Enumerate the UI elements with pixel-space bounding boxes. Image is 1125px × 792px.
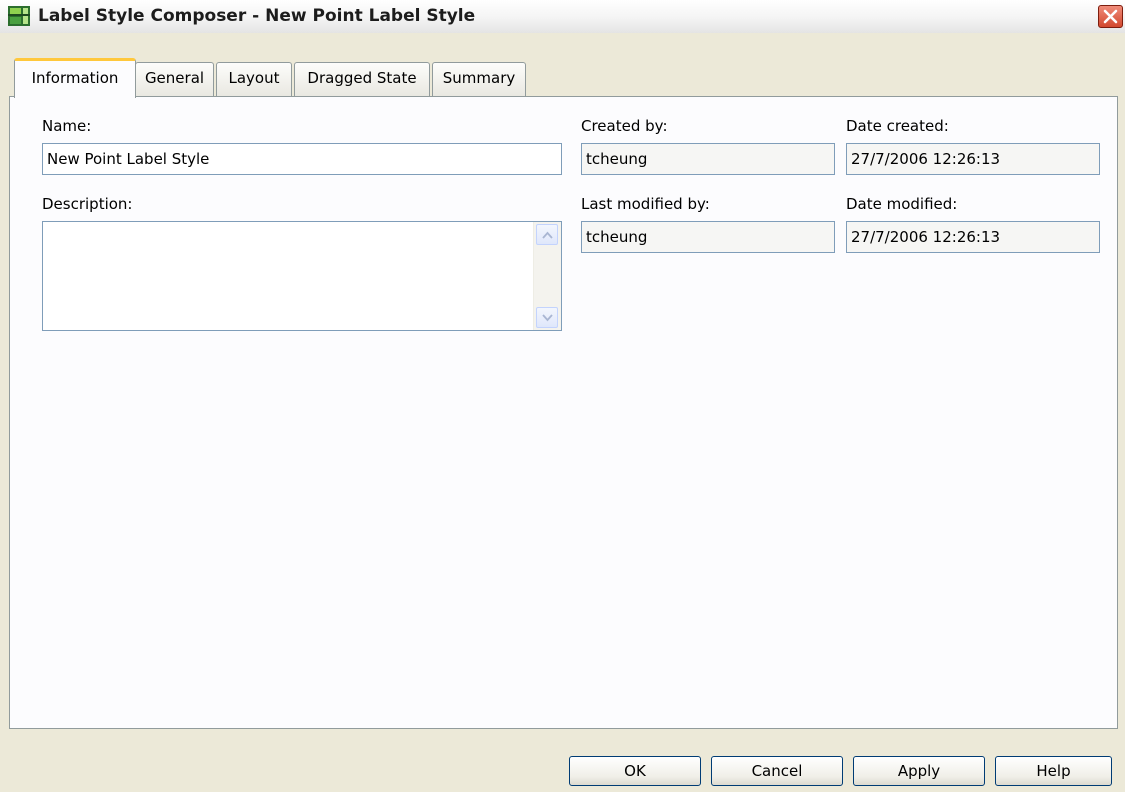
date-created-field: 27/7/2006 12:26:13 xyxy=(846,143,1100,175)
cancel-button[interactable]: Cancel xyxy=(711,756,843,786)
tab-dragged-state[interactable]: Dragged State xyxy=(294,62,430,96)
label-style-composer-dialog: Label Style Composer - New Point Label S… xyxy=(0,0,1125,792)
label-style-app-icon xyxy=(8,6,30,26)
chevron-down-icon xyxy=(542,314,553,322)
tab-label: Information xyxy=(31,69,119,87)
button-label: Cancel xyxy=(751,762,803,780)
button-label: Apply xyxy=(897,762,941,780)
ok-button[interactable]: OK xyxy=(569,756,701,786)
name-label: Name: xyxy=(42,117,92,135)
description-scrollbar[interactable] xyxy=(533,222,561,330)
tab-information[interactable]: Information xyxy=(14,58,136,98)
close-button[interactable] xyxy=(1098,5,1123,28)
last-modified-by-label: Last modified by: xyxy=(581,195,710,213)
tab-general[interactable]: General xyxy=(135,62,214,96)
created-by-field: tcheung xyxy=(581,143,835,175)
date-modified-field: 27/7/2006 12:26:13 xyxy=(846,221,1100,253)
date-created-label: Date created: xyxy=(846,117,949,135)
created-by-label: Created by: xyxy=(581,117,668,135)
apply-button[interactable]: Apply xyxy=(853,756,985,786)
title-bar[interactable]: Label Style Composer - New Point Label S… xyxy=(0,0,1125,33)
name-input[interactable]: New Point Label Style xyxy=(42,143,562,175)
information-tab-page: Name: New Point Label Style Description:… xyxy=(9,96,1118,729)
tab-label: General xyxy=(144,69,205,87)
date-modified-label: Date modified: xyxy=(846,195,958,213)
scroll-down-button[interactable] xyxy=(536,307,558,328)
window-title: Label Style Composer - New Point Label S… xyxy=(38,6,476,26)
tab-label: Layout xyxy=(228,69,280,87)
button-label: Help xyxy=(1036,762,1071,780)
tab-layout[interactable]: Layout xyxy=(216,62,292,96)
description-label: Description: xyxy=(42,195,133,213)
description-textarea[interactable] xyxy=(42,221,562,331)
tab-label: Dragged State xyxy=(307,69,417,87)
tab-summary[interactable]: Summary xyxy=(432,62,526,96)
close-x-icon xyxy=(1103,9,1118,24)
chevron-up-icon xyxy=(542,231,553,239)
help-button[interactable]: Help xyxy=(995,756,1112,786)
last-modified-by-field: tcheung xyxy=(581,221,835,253)
scroll-up-button[interactable] xyxy=(536,224,558,245)
button-label: OK xyxy=(624,762,646,780)
tab-label: Summary xyxy=(442,69,516,87)
